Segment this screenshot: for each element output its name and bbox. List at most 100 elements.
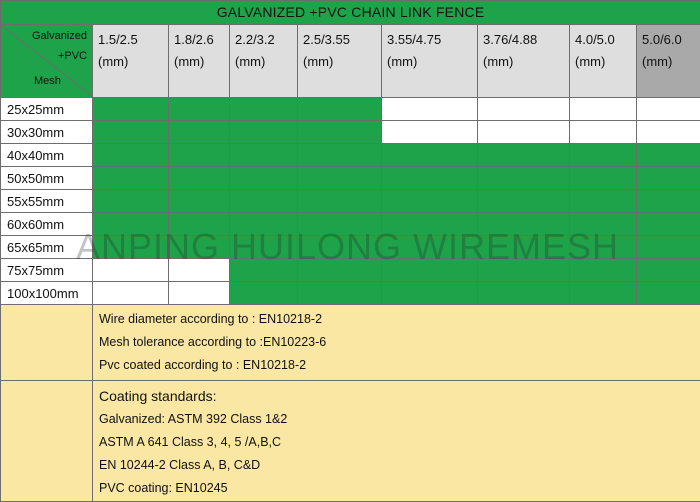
column-unit-label: (mm) bbox=[483, 51, 569, 73]
availability-cell-available bbox=[382, 282, 478, 305]
availability-cell-available bbox=[570, 282, 637, 305]
availability-cell-available bbox=[478, 259, 570, 282]
availability-cell-available bbox=[169, 190, 230, 213]
availability-cell-available bbox=[298, 98, 382, 121]
column-unit-label: (mm) bbox=[98, 51, 168, 73]
availability-cell-available bbox=[169, 121, 230, 144]
availability-cell-available bbox=[570, 167, 637, 190]
coating-standards: Coating standards:Galvanized: ASTM 392 C… bbox=[93, 381, 700, 502]
corner-label-galvanized: Galvanized bbox=[32, 30, 87, 42]
column-header: 1.8/2.6(mm) bbox=[169, 25, 230, 98]
mesh-size-label: 60x60mm bbox=[1, 213, 93, 236]
column-size-label: 3.55/4.75 bbox=[387, 29, 477, 51]
availability-cell-available bbox=[93, 98, 169, 121]
availability-cell-available bbox=[298, 236, 382, 259]
column-header: 2.2/3.2(mm) bbox=[230, 25, 298, 98]
mesh-size-label: 30x30mm bbox=[1, 121, 93, 144]
chain-link-spec-table: GALVANIZED +PVC CHAIN LINK FENCE Galvani… bbox=[0, 0, 700, 502]
availability-cell-available bbox=[169, 236, 230, 259]
availability-cell-available bbox=[93, 190, 169, 213]
notes-row: Wire diameter according to : EN10218-2Me… bbox=[1, 305, 700, 381]
mesh-size-label: 55x55mm bbox=[1, 190, 93, 213]
mesh-size-label: 65x65mm bbox=[1, 236, 93, 259]
note-line: Wire diameter according to : EN10218-2 bbox=[99, 308, 700, 331]
availability-cell-available bbox=[169, 167, 230, 190]
column-size-label: 4.0/5.0 bbox=[575, 29, 636, 51]
availability-cell-available bbox=[637, 236, 700, 259]
table-row: 60x60mm bbox=[1, 213, 700, 236]
availability-cell-available bbox=[93, 167, 169, 190]
coating-standard-item: ASTM A 641 Class 3, 4, 5 /A,B,C bbox=[99, 431, 700, 454]
table-title: GALVANIZED +PVC CHAIN LINK FENCE bbox=[1, 1, 700, 25]
availability-cell-available bbox=[230, 213, 298, 236]
availability-cell-available bbox=[169, 144, 230, 167]
availability-cell-available bbox=[93, 144, 169, 167]
column-header: 2.5/3.55(mm) bbox=[298, 25, 382, 98]
notes-left-blank bbox=[1, 305, 93, 381]
availability-cell-available bbox=[93, 121, 169, 144]
availability-cell-available bbox=[478, 282, 570, 305]
column-size-label: 2.5/3.55 bbox=[303, 29, 381, 51]
availability-cell-available bbox=[570, 213, 637, 236]
availability-cell-available bbox=[382, 190, 478, 213]
availability-cell-available bbox=[570, 190, 637, 213]
availability-cell-available bbox=[637, 282, 700, 305]
availability-cell-available bbox=[637, 167, 700, 190]
availability-cell-unavailable bbox=[570, 121, 637, 144]
availability-cell-available bbox=[298, 190, 382, 213]
mesh-size-label: 50x50mm bbox=[1, 167, 93, 190]
column-header: 4.0/5.0(mm) bbox=[570, 25, 637, 98]
coating-standard-item: EN 10244-2 Class A, B, C&D bbox=[99, 454, 700, 477]
table-row: 25x25mm bbox=[1, 98, 700, 121]
availability-cell-available bbox=[478, 167, 570, 190]
corner-label-pvc: +PVC bbox=[58, 50, 87, 62]
note-line: Pvc coated according to : EN10218-2 bbox=[99, 354, 700, 377]
availability-cell-available bbox=[478, 213, 570, 236]
coating-standard-item: PVC coating: EN10245 bbox=[99, 477, 700, 500]
availability-cell-available bbox=[230, 190, 298, 213]
availability-cell-available bbox=[478, 190, 570, 213]
mesh-size-label: 75x75mm bbox=[1, 259, 93, 282]
table-row: 50x50mm bbox=[1, 167, 700, 190]
availability-cell-available bbox=[169, 213, 230, 236]
availability-cell-available bbox=[169, 98, 230, 121]
standards-notes: Wire diameter according to : EN10218-2Me… bbox=[93, 305, 700, 381]
table-row: 30x30mm bbox=[1, 121, 700, 144]
availability-cell-available bbox=[93, 236, 169, 259]
availability-cell-unavailable bbox=[478, 121, 570, 144]
availability-cell-available bbox=[230, 259, 298, 282]
column-unit-label: (mm) bbox=[642, 51, 700, 73]
column-header: 3.76/4.88(mm) bbox=[478, 25, 570, 98]
column-unit-label: (mm) bbox=[303, 51, 381, 73]
availability-cell-unavailable bbox=[637, 121, 700, 144]
mesh-size-label: 25x25mm bbox=[1, 98, 93, 121]
availability-cell-available bbox=[637, 190, 700, 213]
availability-cell-available bbox=[230, 167, 298, 190]
column-size-label: 1.5/2.5 bbox=[98, 29, 168, 51]
availability-cell-available bbox=[570, 144, 637, 167]
availability-cell-available bbox=[382, 144, 478, 167]
column-header: 5.0/6.0(mm) bbox=[637, 25, 700, 98]
availability-cell-unavailable bbox=[93, 282, 169, 305]
availability-cell-available bbox=[230, 121, 298, 144]
availability-cell-unavailable bbox=[382, 121, 478, 144]
note-line: Mesh tolerance according to :EN10223-6 bbox=[99, 331, 700, 354]
availability-cell-available bbox=[382, 236, 478, 259]
availability-cell-available bbox=[298, 121, 382, 144]
table-row: 65x65mm bbox=[1, 236, 700, 259]
column-size-label: 5.0/6.0 bbox=[642, 29, 700, 51]
availability-cell-unavailable bbox=[570, 98, 637, 121]
availability-cell-unavailable bbox=[169, 259, 230, 282]
column-size-label: 3.76/4.88 bbox=[483, 29, 569, 51]
standards-left-blank bbox=[1, 381, 93, 502]
corner-header: Galvanized +PVC Mesh bbox=[1, 25, 93, 98]
availability-cell-available bbox=[382, 167, 478, 190]
coating-standard-item: Galvanized: ASTM 392 Class 1&2 bbox=[99, 408, 700, 431]
table-row: 100x100mm bbox=[1, 282, 700, 305]
availability-cell-available bbox=[230, 282, 298, 305]
availability-cell-available bbox=[298, 282, 382, 305]
column-size-label: 1.8/2.6 bbox=[174, 29, 229, 51]
column-unit-label: (mm) bbox=[174, 51, 229, 73]
table-row: 75x75mm bbox=[1, 259, 700, 282]
availability-cell-unavailable bbox=[637, 98, 700, 121]
